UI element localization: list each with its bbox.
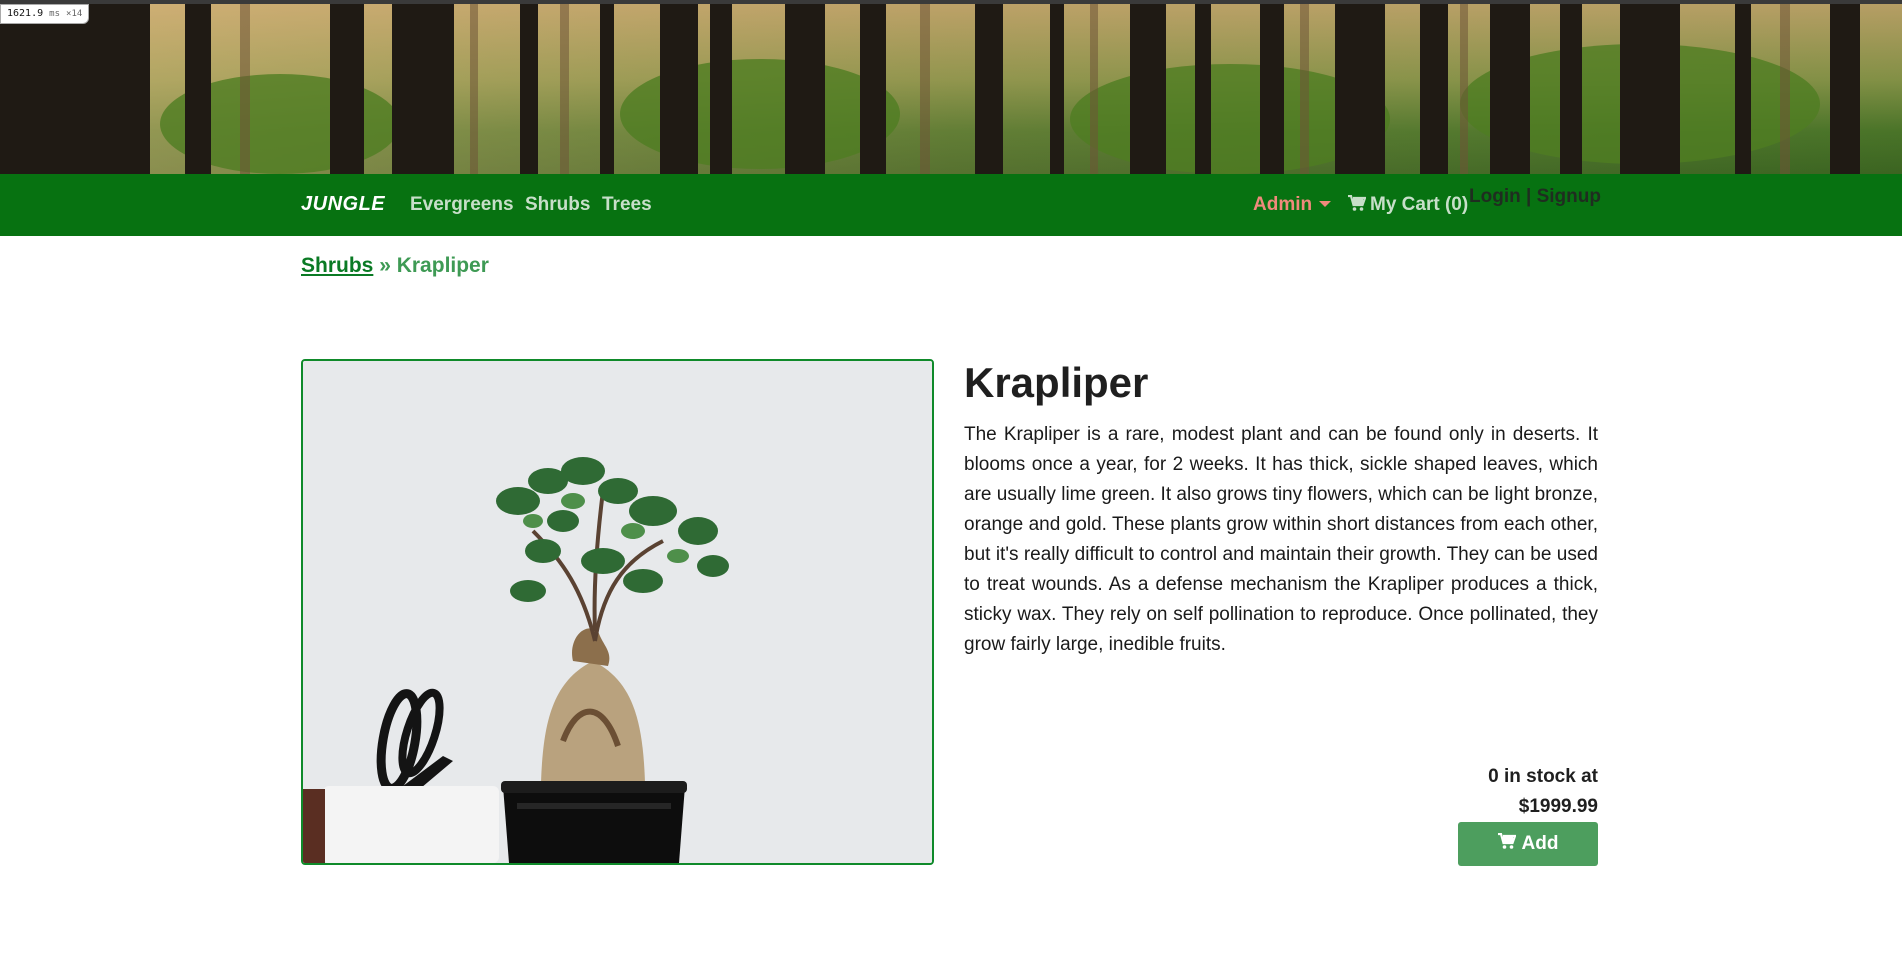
breadcrumb-separator: » <box>379 254 391 277</box>
auth-separator: | <box>1526 186 1532 207</box>
perf-badge: 1621.9 ms ×14 <box>0 4 90 24</box>
add-to-cart-button[interactable]: Add <box>1458 822 1598 866</box>
cart-label: My Cart (0) <box>1370 194 1469 215</box>
nav-link-trees[interactable]: Trees <box>602 194 652 216</box>
navbar-inner: JUNGLE Evergreens Shrubs Trees Admin My … <box>301 174 1601 236</box>
login-link[interactable]: Login <box>1469 186 1521 207</box>
nav-link-evergreens[interactable]: Evergreens <box>410 194 514 216</box>
forest-banner <box>0 0 1902 174</box>
perf-value: 1621.9 <box>7 8 44 19</box>
breadcrumb-category-link[interactable]: Shrubs <box>301 254 373 277</box>
nav-link-shrubs[interactable]: Shrubs <box>525 194 590 216</box>
product-image <box>301 359 934 865</box>
perf-unit: ms <box>49 9 60 19</box>
product-description: The Krapliper is a rare, modest plant an… <box>964 424 1598 655</box>
perf-multiplier: ×14 <box>66 9 83 19</box>
main-navbar: JUNGLE Evergreens Shrubs Trees Admin My … <box>0 174 1902 236</box>
product-title: Krapliper <box>964 359 1149 406</box>
product-details: Krapliper The Krapliper is a rare, modes… <box>964 358 1598 660</box>
breadcrumb-current: Krapliper <box>396 254 489 277</box>
stock-info: 0 in stock at $1999.99 <box>1488 762 1598 822</box>
cart-link[interactable]: My Cart (0) <box>1348 194 1468 218</box>
add-button-label: Add <box>1521 833 1559 854</box>
auth-links: Login | Signup <box>1469 186 1601 208</box>
admin-dropdown[interactable]: Admin <box>1253 194 1332 216</box>
shopping-cart-icon <box>1497 832 1517 856</box>
stock-line: 0 in stock at <box>1488 766 1598 787</box>
admin-label: Admin <box>1253 194 1313 215</box>
brand-logo[interactable]: JUNGLE <box>301 193 385 216</box>
breadcrumb: Shrubs » Krapliper <box>301 254 489 278</box>
shopping-cart-icon <box>1348 194 1367 218</box>
signup-link[interactable]: Signup <box>1537 186 1601 207</box>
caret-down-icon <box>1319 201 1332 207</box>
product-price: $1999.99 <box>1518 796 1598 817</box>
